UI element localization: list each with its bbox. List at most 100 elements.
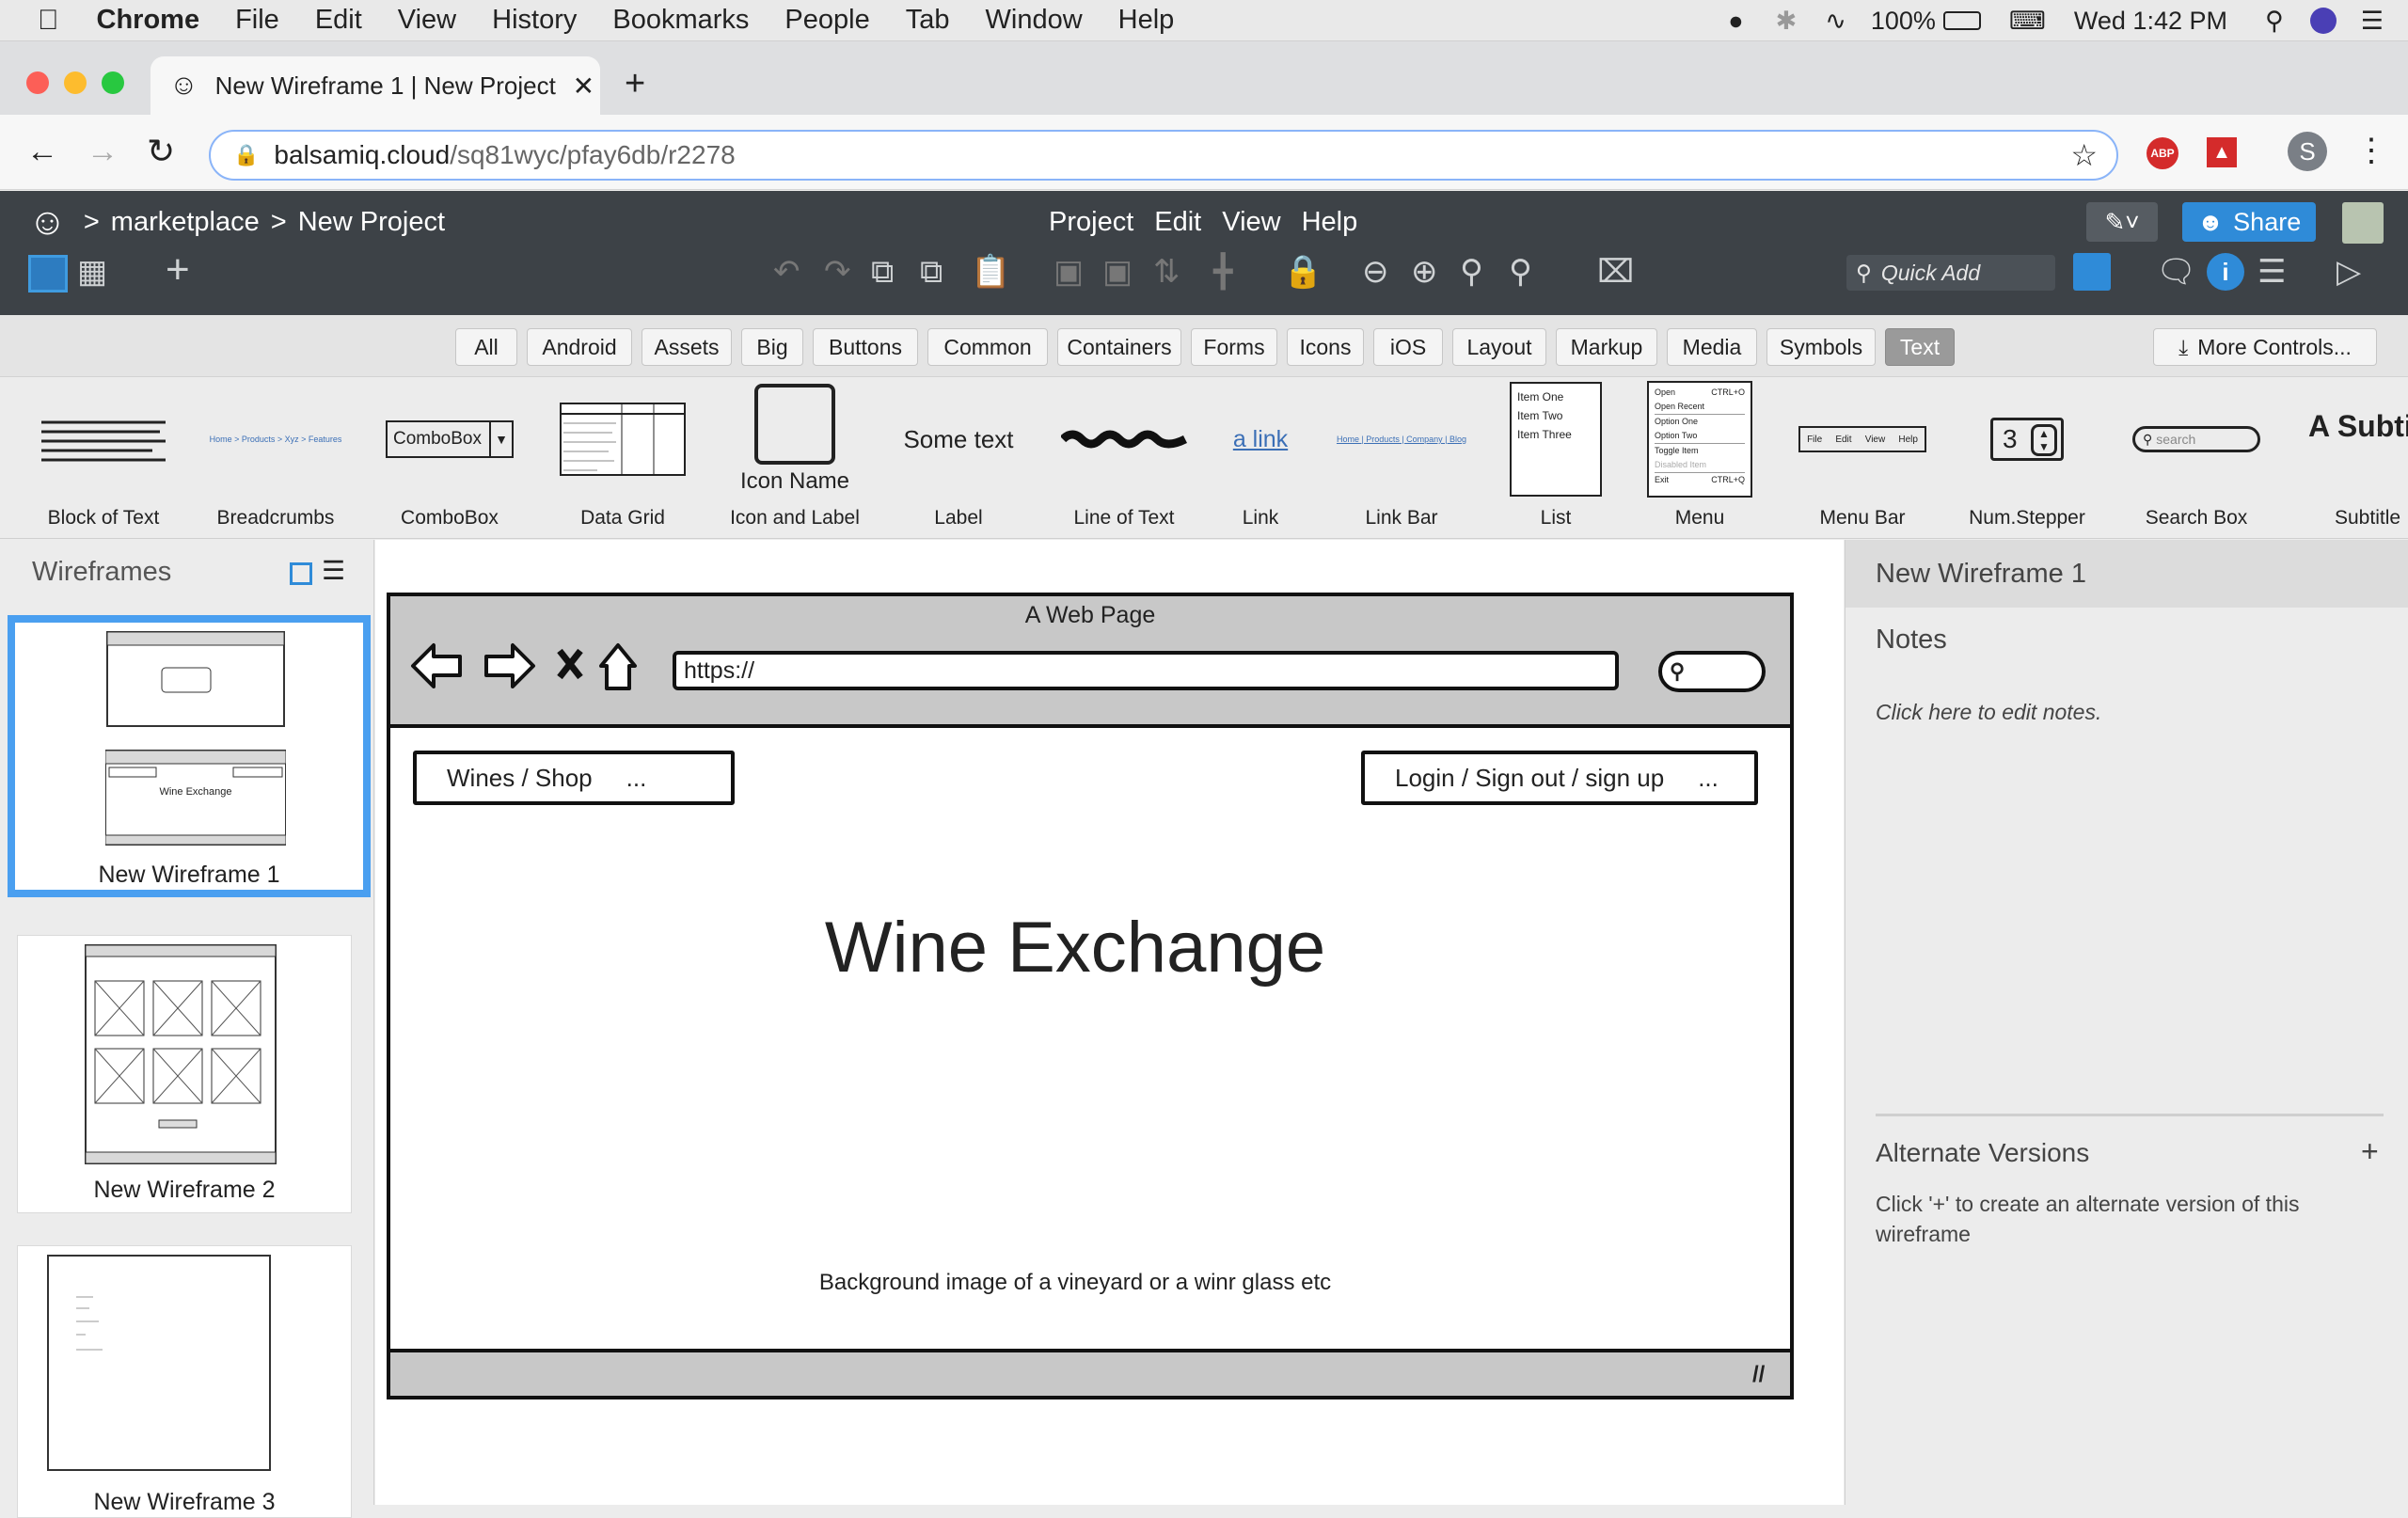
control-link-bar[interactable]: Home | Products | Company | Blog Link Ba… xyxy=(1317,377,1486,539)
notes-edit-area[interactable]: Click here to edit notes. xyxy=(1876,700,2101,725)
balsamiq-logo-icon[interactable]: ☺ xyxy=(28,201,67,244)
battery-icon[interactable] xyxy=(1942,11,1981,30)
presentation-icon[interactable]: ▷ xyxy=(2337,253,2361,291)
profile-avatar[interactable]: S xyxy=(2288,132,2327,171)
control-label-text[interactable]: Some text Label xyxy=(888,377,1029,539)
minimize-window-icon[interactable] xyxy=(64,71,87,94)
zoom-actual-icon[interactable]: ⚲ xyxy=(1460,253,1483,291)
quick-add-input[interactable]: ⚲ Quick Add xyxy=(1846,255,2055,291)
reload-icon[interactable]: ↻ xyxy=(147,132,175,171)
filter-markup[interactable]: Markup xyxy=(1556,328,1657,366)
menu-help[interactable]: Help xyxy=(1118,5,1175,36)
address-bar[interactable]: 🔒 balsamiq.cloud/sq81wyc/pfay6db/r2278 ☆ xyxy=(209,130,2118,181)
control-data-grid[interactable]: Data Grid xyxy=(547,377,698,539)
control-num-stepper[interactable]: 3 ▲ ▼ Num.Stepper xyxy=(1956,377,2098,539)
paste-icon[interactable]: 📋 xyxy=(971,253,1010,291)
wireframe-thumbnail-3[interactable]: New Wireframe 3 xyxy=(17,1245,352,1518)
comments-icon[interactable]: 🗨 xyxy=(2156,253,2196,291)
menu-bookmarks[interactable]: Bookmarks xyxy=(612,5,749,36)
menu-app-view[interactable]: View xyxy=(1222,207,1280,238)
menu-app-help[interactable]: Help xyxy=(1302,207,1358,238)
redo-icon[interactable]: ↷ xyxy=(824,253,851,291)
list-view-icon[interactable]: ☰ xyxy=(322,555,345,586)
mockup-search-field[interactable]: ⚲ xyxy=(1658,651,1766,692)
control-combobox[interactable]: ComboBox ▼ ComboBox xyxy=(374,377,525,539)
wireframe-thumbnail-2[interactable]: New Wireframe 2 xyxy=(17,935,352,1213)
zoom-window-icon[interactable] xyxy=(102,71,124,94)
align-icon[interactable]: ╋ xyxy=(1213,253,1232,291)
wifi-icon[interactable]: ∿ xyxy=(1825,7,1846,36)
mockup-nav-right[interactable]: Login / Sign out / sign up... xyxy=(1361,751,1758,805)
menu-history[interactable]: History xyxy=(492,5,577,36)
user-avatar[interactable] xyxy=(2342,202,2384,244)
filter-all[interactable]: All xyxy=(455,328,517,366)
breadcrumb-project[interactable]: New Project xyxy=(298,207,445,238)
control-subtitle[interactable]: A Subtit Subtitle xyxy=(2295,377,2408,539)
more-controls-button[interactable]: ⤓ More Controls... xyxy=(2153,328,2377,366)
new-tab-icon[interactable]: + xyxy=(625,64,645,104)
single-view-icon[interactable] xyxy=(28,255,68,293)
control-icon-and-label[interactable]: Icon Name Icon and Label xyxy=(717,377,873,539)
control-menu[interactable]: Open CTRL+O Open Recent Option One Option… xyxy=(1642,377,1757,539)
filter-assets[interactable]: Assets xyxy=(642,328,732,366)
close-tab-icon[interactable]: ✕ xyxy=(573,71,594,102)
control-search-box[interactable]: ⚲ search Search Box xyxy=(2116,377,2276,539)
filter-android[interactable]: Android xyxy=(527,328,632,366)
menu-edit[interactable]: Edit xyxy=(315,5,362,36)
editor-canvas[interactable]: A Web Page https:// ⚲ Wines / Shop... Lo… xyxy=(375,540,1844,1505)
menu-project[interactable]: Project xyxy=(1049,207,1133,238)
mockup-nav-left[interactable]: Wines / Shop... xyxy=(413,751,735,805)
acrobat-icon[interactable]: ▲ xyxy=(2207,137,2237,167)
info-icon[interactable]: i xyxy=(2207,253,2244,291)
zoom-in-icon[interactable]: ⊕ xyxy=(1411,253,1438,291)
chrome-menu-icon[interactable]: ⋮ xyxy=(2355,132,2387,169)
grid-view-icon[interactable]: ▦ xyxy=(77,253,107,291)
clock[interactable]: Wed 1:42 PM xyxy=(2074,7,2227,36)
keyboard-icon[interactable]: ⌨ xyxy=(2009,7,2046,36)
back-icon[interactable]: ← xyxy=(26,134,58,170)
filter-text[interactable]: Text xyxy=(1885,328,1955,366)
control-link[interactable]: a link Link xyxy=(1213,377,1307,539)
library-icon[interactable] xyxy=(2073,253,2111,291)
menu-app-edit[interactable]: Edit xyxy=(1154,207,1201,238)
filter-media[interactable]: Media xyxy=(1667,328,1757,366)
forward-icon[interactable]: → xyxy=(87,134,119,170)
group-icon[interactable]: ▣ xyxy=(1054,253,1084,291)
menu-people[interactable]: People xyxy=(784,5,869,36)
arrange-icon[interactable]: ⇅ xyxy=(1153,253,1180,291)
lock-icon[interactable]: 🔒 xyxy=(233,143,259,167)
menu-view[interactable]: View xyxy=(398,5,456,36)
close-window-icon[interactable] xyxy=(26,71,49,94)
ungroup-icon[interactable]: ▣ xyxy=(1102,253,1133,291)
add-wireframe-icon[interactable]: + xyxy=(166,249,190,291)
filter-big[interactable]: Big xyxy=(741,328,803,366)
copy-icon[interactable]: ⧉ xyxy=(871,253,894,291)
zoom-fit-icon[interactable]: ⚲ xyxy=(1509,253,1532,291)
filter-containers[interactable]: Containers xyxy=(1057,328,1181,366)
menu-app-chrome[interactable]: Chrome xyxy=(97,5,200,36)
control-menu-bar[interactable]: File Edit View Help Menu Bar xyxy=(1787,377,1938,539)
browser-tab[interactable]: ☺ New Wireframe 1 | New Project ✕ xyxy=(150,56,600,115)
adblock-icon[interactable]: ABP xyxy=(2147,137,2178,169)
mockup-headline[interactable]: Wine Exchange xyxy=(390,907,1760,988)
control-block-of-text[interactable]: Block of Text xyxy=(19,377,188,539)
control-line-of-text[interactable]: Line of Text xyxy=(1044,377,1204,539)
mockup-background-note[interactable]: Background image of a vineyard or a winr… xyxy=(390,1270,1760,1296)
share-button[interactable]: ☻ Share xyxy=(2182,202,2316,242)
filter-buttons[interactable]: Buttons xyxy=(813,328,918,366)
add-alternate-button[interactable]: + xyxy=(2361,1134,2379,1169)
siri-icon[interactable] xyxy=(2309,8,2337,34)
menu-window[interactable]: Window xyxy=(986,5,1083,36)
filter-common[interactable]: Common xyxy=(927,328,1048,366)
delete-icon[interactable]: ⌧ xyxy=(1597,253,1634,291)
menu-tab[interactable]: Tab xyxy=(906,5,950,36)
bluetooth-icon[interactable]: ✱ xyxy=(1776,7,1798,36)
undo-icon[interactable]: ↶ xyxy=(773,253,800,291)
zoom-out-icon[interactable]: ⊖ xyxy=(1362,253,1389,291)
thumbnail-view-icon[interactable] xyxy=(290,562,312,585)
breadcrumb-marketplace[interactable]: marketplace xyxy=(111,207,260,238)
browser-window-mockup[interactable]: A Web Page https:// ⚲ Wines / Shop... Lo… xyxy=(387,593,1794,1399)
filter-layout[interactable]: Layout xyxy=(1452,328,1546,366)
control-breadcrumbs[interactable]: Home > Products > Xyz > Features Breadcr… xyxy=(196,377,356,539)
resize-grip-icon[interactable]: // xyxy=(1752,1362,1765,1388)
